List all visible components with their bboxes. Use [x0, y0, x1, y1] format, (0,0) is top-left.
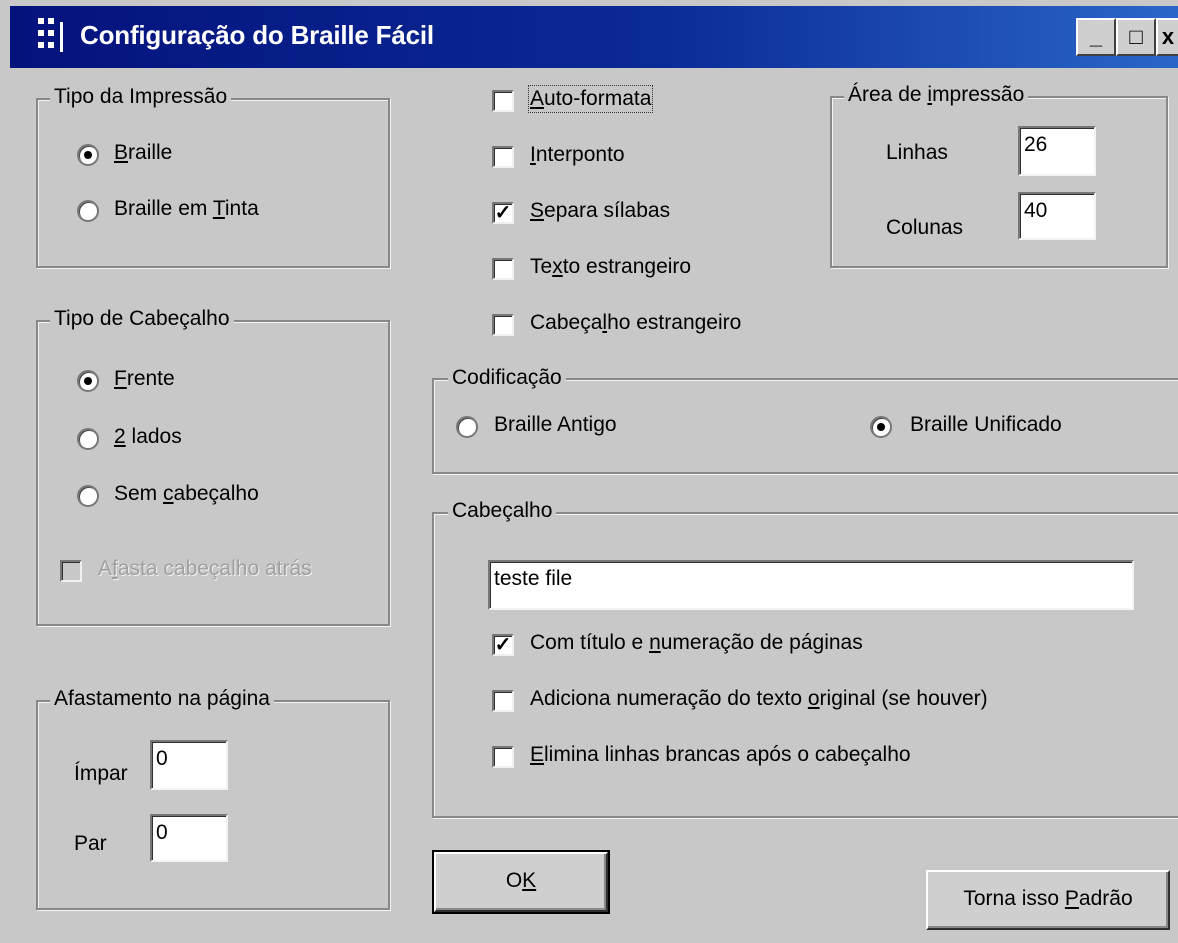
linhas-label: Linhas	[886, 141, 948, 164]
separa-silabas-checkbox[interactable]: ✓	[492, 202, 514, 224]
radio-frente-label[interactable]: Frente	[114, 367, 175, 391]
torna-padrao-button[interactable]: Torna isso Padrão	[926, 870, 1170, 930]
radio-sem-cabecalho-label[interactable]: Sem cabeçalho	[114, 482, 259, 506]
encoding-label: Codificação	[448, 366, 566, 390]
com-titulo-checkbox[interactable]: ✓	[492, 634, 514, 656]
radio-braille-antigo[interactable]	[456, 416, 478, 438]
par-input[interactable]: 0	[150, 814, 228, 862]
impar-input[interactable]: 0	[150, 740, 228, 790]
radio-braille-em-tinta-label[interactable]: Braille em Tinta	[114, 197, 259, 221]
cabecalho-estrangeiro-checkbox[interactable]	[492, 314, 514, 336]
impar-label: Ímpar	[74, 762, 128, 785]
adiciona-numeracao-label[interactable]: Adiciona numeração do texto original (se…	[530, 687, 988, 711]
texto-estrangeiro-label[interactable]: Texto estrangeiro	[530, 255, 691, 279]
minimize-button[interactable]: _	[1076, 18, 1116, 56]
adiciona-numeracao-checkbox[interactable]	[492, 690, 514, 712]
radio-braille[interactable]	[77, 144, 99, 166]
radio-braille-unificado[interactable]	[870, 416, 892, 438]
colunas-input[interactable]: 40	[1018, 192, 1096, 240]
cabecalho-estrangeiro-label[interactable]: Cabeçalho estrangeiro	[530, 311, 741, 335]
radio-sem-cabecalho[interactable]	[77, 485, 99, 507]
braille-dots-icon	[38, 18, 74, 56]
radio-braille-em-tinta[interactable]	[77, 200, 99, 222]
separa-silabas-label[interactable]: Separa sílabas	[530, 199, 670, 223]
texto-estrangeiro-checkbox[interactable]	[492, 258, 514, 280]
auto-formata-checkbox[interactable]	[492, 90, 514, 112]
window-title: Configuração do Braille Fácil	[80, 20, 434, 50]
radio-2-lados-label[interactable]: 2 lados	[114, 425, 182, 449]
com-titulo-label[interactable]: Com título e numeração de páginas	[530, 631, 863, 655]
page-margin-group	[36, 700, 390, 910]
auto-formata-label[interactable]: Auto-formata	[527, 85, 654, 113]
interponto-checkbox[interactable]	[492, 146, 514, 168]
title-bar[interactable]: Configuração do Braille Fácil _ □ x	[10, 6, 1178, 68]
ok-button[interactable]: OK	[432, 850, 610, 914]
radio-frente[interactable]	[77, 370, 99, 392]
print-type-group	[36, 98, 390, 268]
afasta-cabecalho-label: Afasta cabeçalho atrás	[98, 557, 312, 580]
afasta-cabecalho-checkbox[interactable]	[60, 560, 82, 582]
colunas-label: Colunas	[886, 216, 964, 239]
header-text-input[interactable]: teste file	[488, 560, 1134, 610]
header-group-label: Cabeçalho	[448, 499, 557, 523]
radio-2-lados[interactable]	[77, 428, 99, 450]
radio-braille-unificado-label[interactable]: Braille Unificado	[910, 413, 1062, 437]
elimina-linhas-label[interactable]: Elimina linhas brancas após o cabeçalho	[530, 743, 911, 767]
par-label: Par	[74, 832, 107, 855]
maximize-button[interactable]: □	[1116, 18, 1156, 56]
radio-braille-antigo-label[interactable]: Braille Antigo	[494, 413, 617, 437]
header-type-label: Tipo de Cabeçalho	[50, 307, 234, 331]
linhas-input[interactable]: 26	[1018, 126, 1096, 176]
elimina-linhas-checkbox[interactable]	[492, 746, 514, 768]
interponto-label[interactable]: Interponto	[530, 143, 625, 167]
print-type-label: Tipo da Impressão	[50, 85, 232, 109]
print-area-label: Área de impressão	[844, 83, 1029, 107]
header-group	[432, 512, 1178, 818]
page-margin-label: Afastamento na página	[50, 687, 274, 711]
print-area-group	[830, 96, 1168, 268]
close-button[interactable]: x	[1156, 18, 1178, 56]
radio-braille-label[interactable]: Braille	[114, 141, 172, 165]
